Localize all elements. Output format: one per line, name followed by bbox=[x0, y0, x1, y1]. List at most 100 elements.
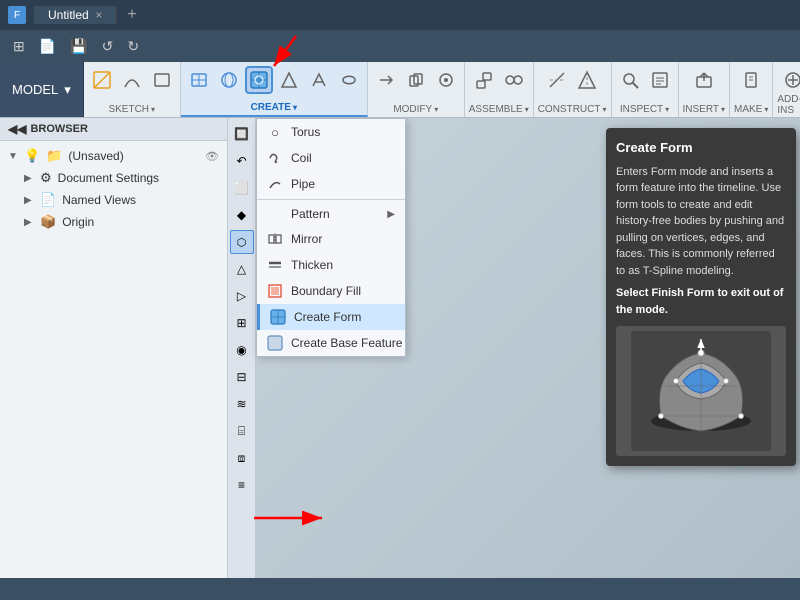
construct-dropdown-arrow: ▾ bbox=[602, 105, 606, 114]
file-button[interactable]: 📄 bbox=[34, 35, 61, 58]
toolbar-group-sketch: SKETCH ▾ bbox=[84, 62, 181, 117]
tree-icon-unsaved: 💡 bbox=[24, 148, 40, 164]
menu-item-pattern[interactable]: Pattern ▶ bbox=[257, 202, 405, 226]
left-tool-10[interactable]: ≋ bbox=[230, 392, 254, 416]
create-icon-4[interactable] bbox=[275, 66, 303, 94]
left-tool-4[interactable]: ◆ bbox=[230, 203, 254, 227]
inspect-label[interactable]: INSPECT ▾ bbox=[620, 104, 669, 115]
menu-item-thicken[interactable]: Thicken bbox=[257, 252, 405, 278]
menu-item-mirror[interactable]: Mirror bbox=[257, 226, 405, 252]
red-arrow-left-annotation bbox=[250, 506, 330, 536]
left-tool-globe[interactable]: ⬡ bbox=[230, 230, 254, 254]
title-bar-left: F Untitled × + bbox=[8, 6, 147, 24]
sketch-label[interactable]: SKETCH ▾ bbox=[108, 104, 155, 115]
left-tool-13[interactable]: ≡ bbox=[230, 473, 254, 497]
left-tool-7[interactable]: ⊞ bbox=[230, 311, 254, 335]
tab-close-icon[interactable]: × bbox=[95, 8, 102, 22]
menu-item-pipe[interactable]: Pipe bbox=[257, 171, 405, 197]
browser-collapse-icon[interactable]: ◀◀ bbox=[8, 122, 26, 136]
menu-item-torus[interactable]: ○ Torus bbox=[257, 119, 405, 145]
tree-item-doc-settings[interactable]: ▶ ⚙ Document Settings bbox=[0, 167, 227, 189]
assemble-dropdown-arrow: ▾ bbox=[525, 105, 529, 114]
browser-title: BROWSER bbox=[30, 123, 87, 135]
create-icon-6[interactable] bbox=[335, 66, 363, 94]
modify-label[interactable]: MODIFY ▾ bbox=[393, 104, 438, 115]
create-icon-5[interactable] bbox=[305, 66, 333, 94]
construct-icon-2[interactable] bbox=[573, 66, 601, 94]
modify-icon-2[interactable] bbox=[402, 66, 430, 94]
tooltip-title: Create Form bbox=[616, 138, 786, 158]
left-tool-5[interactable]: △ bbox=[230, 257, 254, 281]
sketch-icons bbox=[88, 66, 176, 94]
menu-item-create-form[interactable]: Create Form bbox=[257, 304, 405, 330]
sketch-icon-1[interactable] bbox=[88, 66, 116, 94]
create-form-label: Create Form bbox=[294, 310, 361, 324]
toolbar-group-insert: INSERT ▾ bbox=[679, 62, 731, 117]
inspect-icon-2[interactable] bbox=[646, 66, 674, 94]
toolbar-group-inspect: INSPECT ▾ bbox=[612, 62, 679, 117]
boundary-fill-label: Boundary Fill bbox=[291, 284, 361, 298]
tree-eye-icon[interactable]: 👁 bbox=[205, 150, 219, 163]
left-tool-1[interactable]: 🔲 bbox=[230, 122, 254, 146]
sketch-icon-2[interactable] bbox=[118, 66, 146, 94]
coil-icon bbox=[267, 150, 283, 166]
sketch-icon-3[interactable] bbox=[148, 66, 176, 94]
modify-icon-1[interactable] bbox=[372, 66, 400, 94]
create-dropdown-menu: ○ Torus Coil Pipe Pattern ▶ bbox=[256, 118, 406, 357]
tab-untitled[interactable]: Untitled × bbox=[34, 6, 117, 24]
left-tool-2[interactable]: ↶ bbox=[230, 149, 254, 173]
menu-item-create-base[interactable]: Create Base Feature bbox=[257, 330, 405, 356]
tree-item-named-views[interactable]: ▶ 📄 Named Views bbox=[0, 189, 227, 211]
tree-expand-doc: ▶ bbox=[24, 173, 34, 184]
left-tool-6[interactable]: ▷ bbox=[230, 284, 254, 308]
inspect-icons bbox=[616, 66, 674, 94]
assemble-label[interactable]: ASSEMBLE ▾ bbox=[469, 104, 529, 115]
make-label[interactable]: MAKE ▾ bbox=[734, 104, 768, 115]
model-selector[interactable]: MODEL ▾ bbox=[0, 62, 84, 117]
left-tool-8[interactable]: ◉ bbox=[230, 338, 254, 362]
create-icon-2[interactable] bbox=[215, 66, 243, 94]
viewport[interactable]: 🔲 ↶ ⬜ ◆ ⬡ △ ▷ ⊞ ◉ ⊟ ≋ ⌸ ⧈ ≡ ○ Torus bbox=[228, 118, 800, 578]
insert-icon-1[interactable] bbox=[690, 66, 718, 94]
insert-label[interactable]: INSERT ▾ bbox=[683, 104, 726, 115]
redo-button[interactable]: ↻ bbox=[122, 35, 144, 58]
create-dropdown-arrow: ▾ bbox=[293, 103, 297, 112]
undo-button[interactable]: ↺ bbox=[97, 35, 119, 58]
left-tool-3[interactable]: ⬜ bbox=[230, 176, 254, 200]
left-tool-12[interactable]: ⧈ bbox=[230, 446, 254, 470]
tree-item-unsaved[interactable]: ▼ 💡 📁 (Unsaved) 👁 bbox=[0, 145, 227, 167]
coil-label: Coil bbox=[291, 151, 312, 165]
tree-item-origin[interactable]: ▶ 📦 Origin bbox=[0, 211, 227, 233]
pipe-icon bbox=[267, 176, 283, 192]
left-tool-9[interactable]: ⊟ bbox=[230, 365, 254, 389]
assemble-icon-2[interactable] bbox=[500, 66, 528, 94]
insert-dropdown-arrow: ▾ bbox=[721, 105, 725, 114]
title-bar: F Untitled × + bbox=[0, 0, 800, 30]
left-tool-11[interactable]: ⌸ bbox=[230, 419, 254, 443]
modify-icon-3[interactable] bbox=[432, 66, 460, 94]
addins-icon-1[interactable] bbox=[779, 66, 800, 94]
tree-label-views: Named Views bbox=[62, 193, 219, 207]
tooltip-image bbox=[616, 326, 786, 456]
create-form-toolbar-icon[interactable] bbox=[245, 66, 273, 94]
create-label[interactable]: CREATE ▾ bbox=[251, 102, 297, 113]
construct-icon-1[interactable] bbox=[543, 66, 571, 94]
menu-item-coil[interactable]: Coil bbox=[257, 145, 405, 171]
tab-add-button[interactable]: + bbox=[117, 6, 146, 24]
create-icon-1[interactable] bbox=[185, 66, 213, 94]
sketch-dropdown-arrow: ▾ bbox=[151, 105, 155, 114]
make-icon-1[interactable] bbox=[737, 66, 765, 94]
assemble-icon-1[interactable] bbox=[470, 66, 498, 94]
menu-item-boundary-fill[interactable]: Boundary Fill bbox=[257, 278, 405, 304]
addins-label[interactable]: ADD-INS ▾ bbox=[777, 94, 800, 116]
pattern-submenu-arrow: ▶ bbox=[387, 209, 395, 220]
save-button[interactable]: 💾 bbox=[65, 35, 92, 58]
sidebar: ◀◀ BROWSER ▼ 💡 📁 (Unsaved) 👁 ▶ ⚙ Documen… bbox=[0, 118, 228, 578]
inspect-icon-1[interactable] bbox=[616, 66, 644, 94]
tooltip-description: Enters Form mode and inserts a form feat… bbox=[616, 164, 786, 280]
tree-label-unsaved: (Unsaved) bbox=[68, 149, 199, 163]
tree-label-origin: Origin bbox=[62, 215, 219, 229]
pipe-label: Pipe bbox=[291, 177, 315, 191]
grid-button[interactable]: ⊞ bbox=[8, 35, 30, 58]
construct-label[interactable]: CONSTRUCT ▾ bbox=[538, 104, 607, 115]
